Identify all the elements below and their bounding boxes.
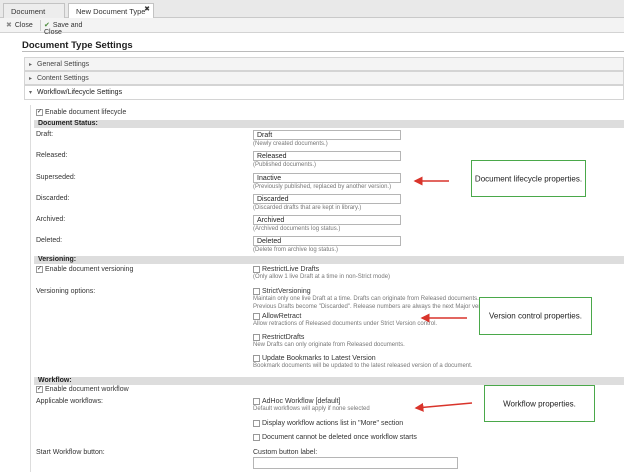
arrow-workflow <box>414 402 473 412</box>
annotation-arrows <box>413 176 473 412</box>
